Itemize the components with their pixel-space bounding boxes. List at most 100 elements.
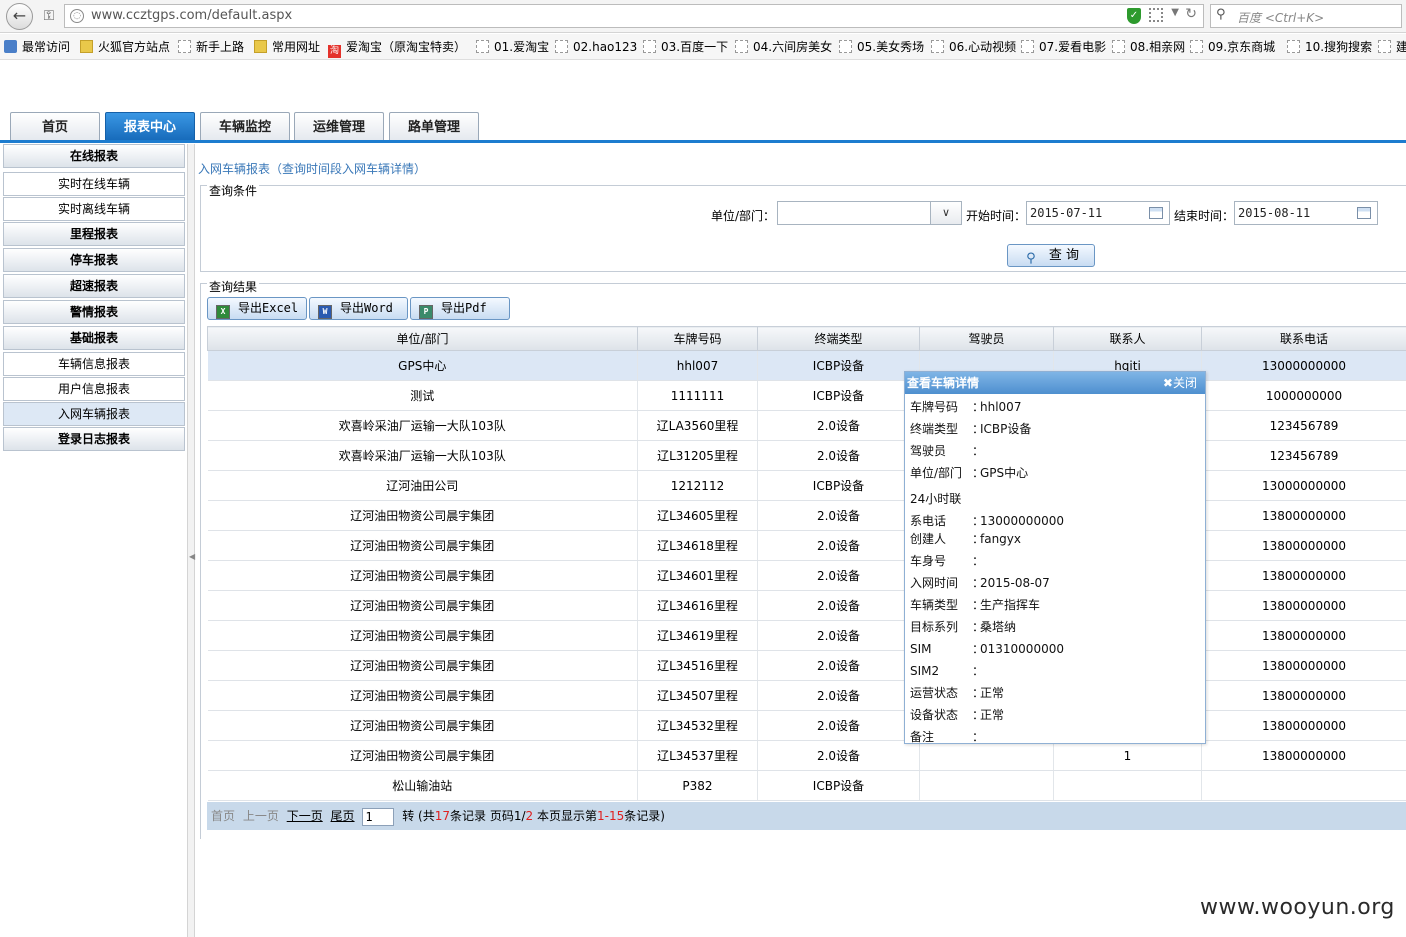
pager-next-link[interactable]: 下一页 (287, 809, 323, 823)
url-text[interactable]: www.ccztgps.com/default.aspx (91, 8, 292, 23)
bookmark-item[interactable]: 建 (1378, 39, 1406, 55)
bookmark-item[interactable]: 01.爱淘宝 (476, 39, 549, 55)
table-cell (919, 770, 1054, 801)
unit-dropdown-button[interactable]: ∨ (930, 201, 962, 225)
table-row[interactable]: 辽河油田物资公司晨宇集团辽L34601里程2.0设备113800000000 (207, 560, 1406, 591)
table-row[interactable]: 测试1111111ICBP设备111111000000000 (207, 380, 1406, 411)
popup-field-label: 运营状态 (910, 686, 959, 700)
calendar-icon[interactable] (1357, 207, 1371, 219)
bookmark-item[interactable]: 06.心动视频 (931, 39, 1016, 55)
popup-field-separator: ： (972, 514, 985, 528)
bookmark-item[interactable]: 09.京东商城 (1190, 39, 1275, 55)
table-row[interactable]: 辽河油田物资公司晨宇集团辽L34516里程2.0设备113800000000 (207, 650, 1406, 681)
pager-total: 17 (434, 809, 451, 823)
search-button[interactable]: ⚲ 查 询 (1007, 244, 1095, 267)
column-header[interactable]: 联系电话 (1201, 326, 1406, 351)
bookmark-item[interactable]: 最常访问 (4, 39, 70, 55)
sidebar-group-header[interactable]: 超速报表 (3, 274, 185, 298)
table-row[interactable]: 辽河油田物资公司晨宇集团辽L34618里程2.0设备113800000000 (207, 530, 1406, 561)
bookmark-item[interactable]: 新手上路 (178, 39, 244, 55)
bookmark-item[interactable]: 火狐官方站点 (80, 39, 170, 55)
table-row[interactable]: 欢喜岭采油厂运输一大队103队辽LA3560里程2.0设备1123456789 (207, 410, 1406, 441)
sidebar-group-header[interactable]: 登录日志报表 (3, 427, 185, 451)
shield-icon[interactable]: ✓ (1127, 8, 1141, 24)
page-number-input[interactable]: 1 (362, 807, 395, 826)
table-cell: 2.0设备 (757, 740, 920, 771)
sidebar-group-header[interactable]: 基础报表 (3, 326, 185, 350)
calendar-icon[interactable] (1149, 207, 1163, 219)
tab-vehicle-monitor[interactable]: 车辆监控 (200, 112, 290, 141)
table-header-row: 单位/部门 车牌号码 终端类型 驾驶员 联系人 联系电话 (207, 326, 1406, 351)
sidebar-group-header[interactable]: 在线报表 (3, 144, 185, 168)
table-row[interactable]: 辽河油田物资公司晨宇集团辽L34619里程2.0设备113800000000 (207, 620, 1406, 651)
export-word-button[interactable]: W 导出Word (309, 297, 408, 320)
pager-info-prefix: (共 (418, 809, 435, 823)
sidebar-item[interactable]: 入网车辆报表 (3, 402, 185, 426)
column-header[interactable]: 联系人 (1053, 326, 1202, 351)
column-header[interactable]: 驾驶员 (919, 326, 1054, 351)
sidebar-group-header[interactable]: 警情报表 (3, 300, 185, 324)
popup-field-row: 车牌号码 ：hhl007 (910, 400, 1021, 414)
popup-title-bar[interactable]: 查看车辆详情 ✖关闭 (905, 372, 1205, 394)
tab-operations[interactable]: 运维管理 (294, 112, 384, 141)
popup-close-button[interactable]: ✖关闭 (1163, 372, 1197, 394)
sidebar-item[interactable]: 实时在线车辆 (3, 172, 185, 196)
start-time-input[interactable]: 2015-07-11 (1026, 201, 1170, 225)
bookmark-item[interactable]: 常用网址 (254, 39, 320, 55)
unit-select[interactable] (777, 201, 931, 225)
popup-field-value: hhl007 (980, 400, 1022, 414)
column-header[interactable]: 单位/部门 (207, 326, 638, 351)
table-row[interactable]: GPS中心 hhl007 ICBP设备 hqiti 13000000000 (207, 350, 1406, 381)
bookmark-item[interactable]: 10.搜狗搜索 (1287, 39, 1372, 55)
column-header[interactable]: 车牌号码 (637, 326, 758, 351)
sidebar-item[interactable]: 车辆信息报表 (3, 352, 185, 376)
table-row[interactable]: 辽河油田物资公司晨宇集团辽L34507里程2.0设备113800000000 (207, 680, 1406, 711)
end-time-input[interactable]: 2015-08-11 (1234, 201, 1378, 225)
column-header[interactable]: 终端类型 (757, 326, 920, 351)
reload-icon[interactable]: ↻ (1185, 6, 1197, 22)
sidebar-item[interactable]: 用户信息报表 (3, 377, 185, 401)
table-row[interactable]: 松山输油站 P382 ICBP设备 (207, 770, 1406, 801)
key-icon[interactable]: ⚿ (38, 6, 60, 26)
bookmark-item[interactable]: 05.美女秀场 (839, 39, 924, 55)
bookmarks-bar: 最常访问 火狐官方站点 新手上路 常用网址淘爱淘宝（原淘宝特卖） 01.爱淘宝 02.ha… (0, 34, 1406, 60)
table-row[interactable]: 辽河油田物资公司晨宇集团 辽L34537里程 2.0设备 1 13800000000 (207, 740, 1406, 771)
back-button[interactable]: ← (6, 3, 33, 30)
bookmark-label: 06.心动视频 (949, 40, 1017, 54)
popup-field-value: 13000000000 (980, 514, 1064, 528)
sidebar-group-header[interactable]: 里程报表 (3, 222, 185, 246)
table-cell: 13800000000 (1201, 680, 1406, 711)
table-row[interactable]: 辽河油田公司1212112ICBP设备hqiti13000000000 (207, 470, 1406, 501)
pager-first: 首页 (211, 809, 236, 823)
tab-waybill[interactable]: 路单管理 (389, 112, 479, 141)
watermark: www.wooyun.org (1200, 895, 1395, 920)
pager-last-link[interactable]: 尾页 (331, 809, 355, 823)
sidebar-group-header[interactable]: 停车报表 (3, 248, 185, 272)
bookmark-item[interactable]: 02.hao123 (555, 39, 637, 55)
table-row[interactable]: 辽河油田物资公司晨宇集团辽L34532里程2.0设备113800000000 (207, 710, 1406, 741)
address-bar[interactable]: ◌ www.ccztgps.com/default.aspx ✓ ▼ ↻ (64, 4, 1204, 28)
qr-code-icon[interactable] (1149, 8, 1163, 22)
sidebar-item[interactable]: 实时离线车辆 (3, 197, 185, 221)
export-excel-button[interactable]: X 导出Excel (207, 297, 307, 320)
table-cell: 辽河油田物资公司晨宇集团 (207, 680, 638, 711)
table-cell: 123456789 (1201, 410, 1406, 441)
search-box[interactable]: ⚲ 百度 <Ctrl+K> (1210, 4, 1402, 28)
bookmark-item[interactable]: 淘爱淘宝（原淘宝特卖） (328, 39, 466, 58)
pdf-icon: P (419, 305, 433, 319)
table-row[interactable]: 辽河油田物资公司晨宇集团辽L34605里程2.0设备113800000000 (207, 500, 1406, 531)
search-icon: ⚲ (1216, 7, 1226, 22)
table-row[interactable]: 辽河油田物资公司晨宇集团辽L34616里程2.0设备113800000000 (207, 590, 1406, 621)
pager-go[interactable]: 转 (402, 809, 414, 823)
bookmark-item[interactable]: 08.相亲网 (1112, 39, 1185, 55)
dropdown-arrow-icon[interactable]: ▼ (1171, 7, 1179, 18)
bookmark-item[interactable]: 04.六间房美女 (735, 39, 832, 55)
sidebar-splitter[interactable]: ◀ (187, 144, 195, 937)
bookmark-item[interactable]: 03.百度一下 (643, 39, 728, 55)
export-pdf-button[interactable]: P 导出Pdf (410, 297, 510, 320)
table-body: GPS中心 hhl007 ICBP设备 hqiti 13000000000 测试 11111… (207, 350, 1406, 801)
table-row[interactable]: 欢喜岭采油厂运输一大队103队辽L31205里程2.0设备12345612345… (207, 440, 1406, 471)
tab-home[interactable]: 首页 (10, 112, 100, 141)
bookmark-item[interactable]: 07.爱看电影 (1021, 39, 1106, 55)
tab-report-center[interactable]: 报表中心 (105, 112, 195, 142)
